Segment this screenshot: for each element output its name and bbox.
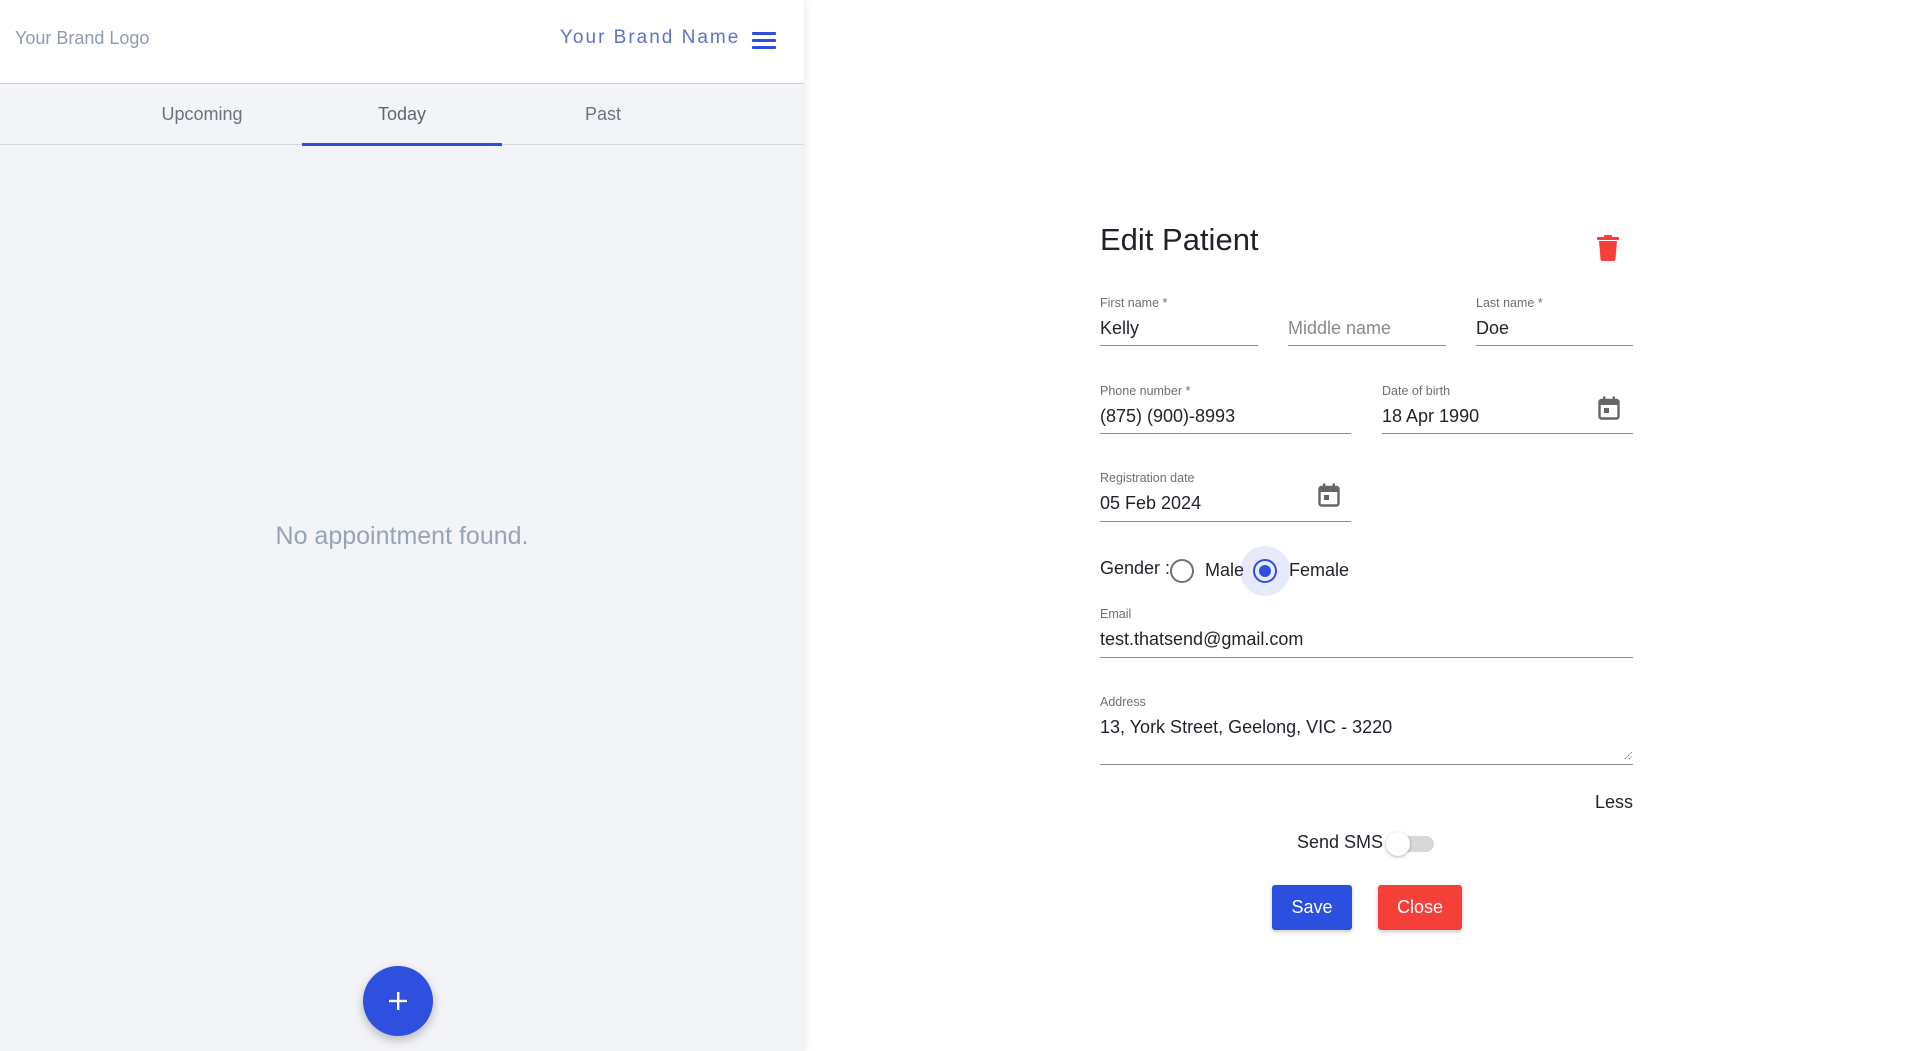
hamburger-line (752, 32, 776, 35)
last-name-field[interactable]: Last name * Doe (1476, 296, 1633, 346)
phone-field[interactable]: Phone number * (875) (900)-8993 (1100, 384, 1351, 434)
last-name-label: Last name * (1476, 296, 1543, 310)
close-button[interactable]: Close (1378, 885, 1462, 930)
hamburger-line (752, 46, 776, 49)
hamburger-line (752, 39, 776, 42)
appointment-tabs: Upcoming Today Past (0, 84, 804, 146)
registration-date-input[interactable]: 05 Feb 2024 (1100, 493, 1201, 514)
appointments-panel: Your Brand Logo Your Brand Name Upcoming… (0, 0, 804, 1051)
calendar-icon[interactable] (1318, 483, 1340, 507)
first-name-field[interactable]: First name * Kelly (1100, 296, 1258, 346)
gender-male-radio[interactable] (1170, 559, 1194, 583)
gender-label: Gender : (1100, 558, 1171, 578)
middle-name-field[interactable]: Middle name (1288, 296, 1446, 346)
gender-female-radio[interactable] (1240, 546, 1290, 596)
plus-icon (389, 992, 407, 1010)
hamburger-icon[interactable] (752, 32, 776, 50)
gender-female-label[interactable]: Female (1289, 560, 1349, 581)
middle-name-input[interactable]: Middle name (1288, 318, 1391, 339)
send-sms-toggle[interactable] (1386, 832, 1434, 856)
dob-label: Date of birth (1382, 384, 1451, 398)
email-label: Email (1100, 607, 1132, 621)
address-field[interactable]: Address 13, York Street, Geelong, VIC - … (1100, 695, 1633, 765)
tab-upcoming[interactable]: Upcoming (102, 84, 302, 145)
dob-input[interactable]: 18 Apr 1990 (1382, 406, 1479, 427)
gender-male-label[interactable]: Male (1205, 560, 1244, 581)
first-name-label: First name * (1100, 296, 1168, 310)
add-appointment-button[interactable] (363, 966, 433, 1036)
tab-today[interactable]: Today (302, 84, 502, 146)
resize-handle-icon[interactable] (1623, 750, 1633, 760)
save-button[interactable]: Save (1272, 885, 1352, 930)
send-sms-label: Send SMS (1297, 832, 1384, 852)
address-textarea[interactable]: 13, York Street, Geelong, VIC - 3220 (1100, 717, 1392, 738)
trash-icon[interactable] (1597, 235, 1619, 261)
dob-field[interactable]: Date of birth 18 Apr 1990 (1382, 384, 1633, 434)
registration-date-field[interactable]: Registration date 05 Feb 2024 (1100, 471, 1351, 522)
toggle-thumb (1386, 832, 1410, 856)
page-title: Edit Patient (1100, 222, 1259, 257)
app-header: Your Brand Logo Your Brand Name (0, 0, 804, 84)
address-label: Address (1100, 695, 1146, 709)
email-input[interactable]: test.thatsend@gmail.com (1100, 629, 1303, 650)
phone-input[interactable]: (875) (900)-8993 (1100, 406, 1235, 427)
empty-state-message: No appointment found. (275, 522, 529, 550)
email-field[interactable]: Email test.thatsend@gmail.com (1100, 607, 1633, 658)
registration-date-label: Registration date (1100, 471, 1195, 485)
calendar-icon[interactable] (1598, 396, 1620, 420)
less-toggle-link[interactable]: Less (1560, 792, 1633, 813)
last-name-input[interactable]: Doe (1476, 318, 1509, 339)
phone-label: Phone number * (1100, 384, 1191, 398)
first-name-input[interactable]: Kelly (1100, 318, 1139, 339)
brand-name[interactable]: Your Brand Name (560, 27, 740, 49)
brand-logo[interactable]: Your Brand Logo (15, 28, 149, 49)
tab-past[interactable]: Past (503, 84, 703, 145)
edit-patient-panel (804, 0, 1920, 1051)
